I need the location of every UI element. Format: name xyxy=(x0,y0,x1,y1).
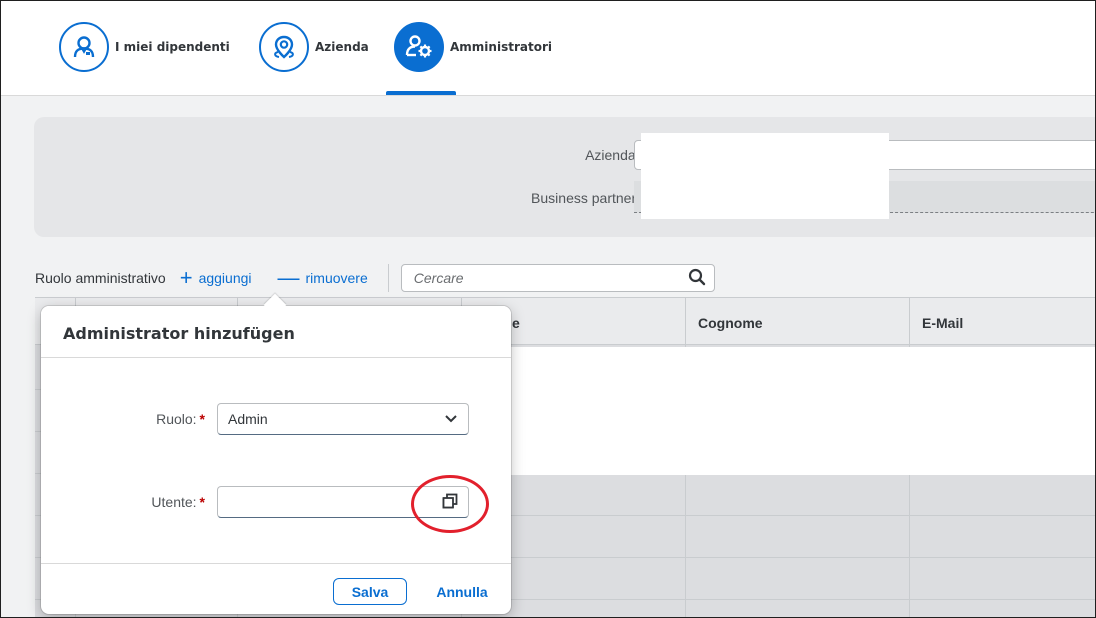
filter-header: Azienda:* Business partner: xyxy=(34,117,1095,237)
location-pin-icon xyxy=(259,22,309,72)
dialog-header: Administrator hinzufügen xyxy=(41,306,511,358)
search-icon[interactable] xyxy=(688,268,706,289)
user-label: Utente: * xyxy=(151,494,205,510)
required-asterisk: * xyxy=(199,411,205,427)
dialog-title: Administrator hinzufügen xyxy=(63,324,295,343)
toolbar-separator xyxy=(387,264,389,292)
active-tab-indicator xyxy=(386,91,456,95)
add-administrator-dialog: Administrator hinzufügen Ruolo: * Admin U… xyxy=(41,293,511,614)
tab-my-employees[interactable]: I miei dipendenti xyxy=(59,21,230,73)
tab-label: Amministratori xyxy=(450,40,552,54)
search-box[interactable] xyxy=(400,264,715,292)
redaction-mask xyxy=(501,347,1095,475)
app-frame: I miei dipendenti Azienda Amministratori… xyxy=(0,0,1096,618)
admin-settings-icon xyxy=(394,22,444,72)
tab-administrators[interactable]: Amministratori xyxy=(394,21,552,73)
user-input[interactable] xyxy=(218,487,432,517)
tab-label: I miei dipendenti xyxy=(115,40,230,54)
business-partner-label: Business partner: xyxy=(531,190,640,206)
column-header: Cognome xyxy=(685,298,909,346)
remove-button[interactable]: — rimuovere xyxy=(277,265,368,290)
top-tab-bar: I miei dipendenti Azienda Amministratori xyxy=(1,1,1095,96)
dialog-footer: Salva Annulla xyxy=(41,563,511,614)
search-input[interactable] xyxy=(413,270,688,286)
cancel-button[interactable]: Annulla xyxy=(425,578,499,605)
table-toolbar: Ruolo amministrativo + aggiungi — rimuov… xyxy=(35,259,1095,297)
toolbar-title: Ruolo amministrativo xyxy=(35,270,166,286)
tab-company[interactable]: Azienda xyxy=(259,21,369,73)
column-header: E-Mail xyxy=(909,298,1095,346)
role-label: Ruolo: * xyxy=(156,411,205,427)
add-button[interactable]: + aggiungi xyxy=(179,265,252,290)
save-button[interactable]: Salva xyxy=(333,578,407,605)
value-help-icon xyxy=(442,493,458,512)
tab-label: Azienda xyxy=(315,40,369,54)
redaction-mask xyxy=(641,133,889,219)
required-asterisk: * xyxy=(199,494,205,510)
role-select[interactable]: Admin xyxy=(217,403,469,435)
user-field[interactable] xyxy=(217,486,469,518)
value-help-button[interactable] xyxy=(432,487,468,517)
chevron-down-icon xyxy=(444,411,458,427)
plus-icon: + xyxy=(179,265,193,290)
minus-icon: — xyxy=(277,265,300,290)
employee-icon xyxy=(59,22,109,72)
add-button-label: aggiungi xyxy=(198,270,252,286)
role-select-value: Admin xyxy=(228,411,268,427)
remove-button-label: rimuovere xyxy=(305,270,368,286)
